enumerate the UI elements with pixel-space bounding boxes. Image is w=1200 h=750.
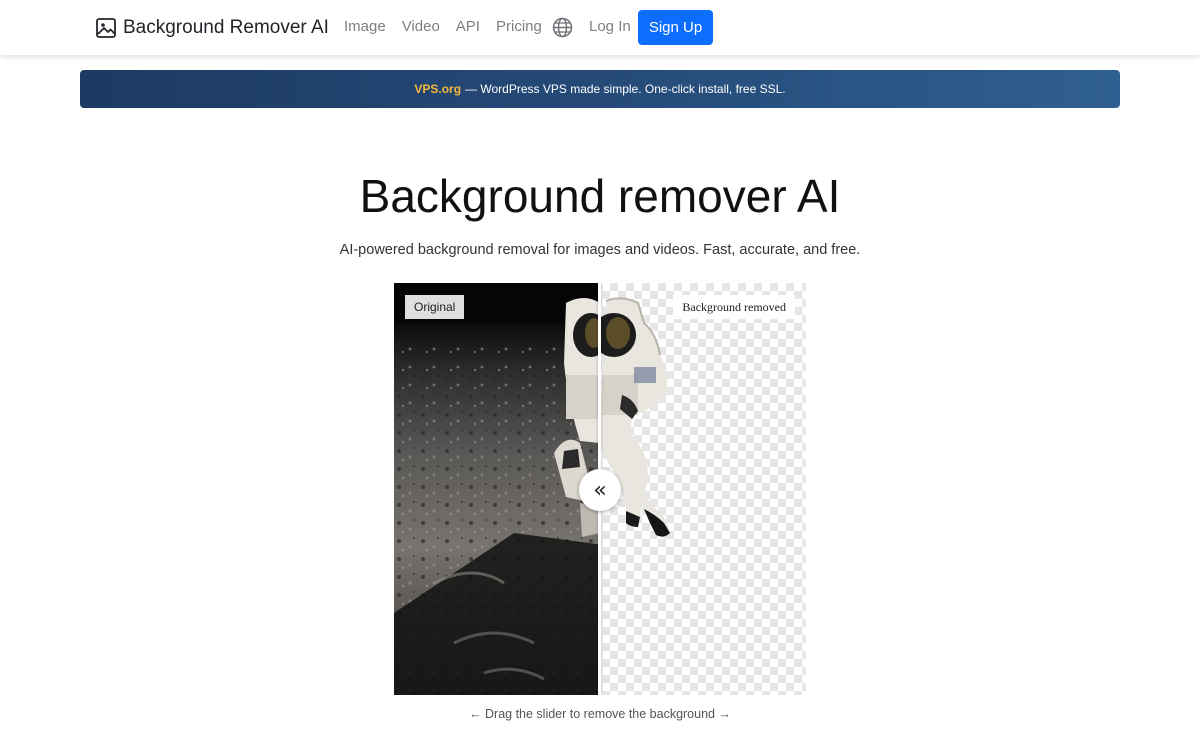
signup-button[interactable]: Sign Up [638,10,713,45]
page-subtitle: AI-powered background removal for images… [339,242,861,258]
double-chevron-left-icon: « [593,477,607,503]
nav-link-pricing[interactable]: Pricing [496,17,542,37]
nav-link-image[interactable]: Image [344,17,386,37]
image-icon [96,18,116,38]
before-after-comparison[interactable]: Original Background removed « [394,283,806,695]
promo-brand[interactable]: VPS.org [414,82,461,96]
nav-link-video[interactable]: Video [402,17,440,37]
brand-name: Background Remover AI [123,17,329,38]
brand-link[interactable]: Background Remover AI [95,15,329,41]
promo-text: — WordPress VPS made simple. One-click i… [465,82,786,96]
promo-banner[interactable]: VPS.org — WordPress VPS made simple. One… [80,70,1120,108]
comparison-slider-handle[interactable]: « [579,469,621,511]
login-link[interactable]: Log In [589,17,631,37]
original-label: Original [405,295,465,319]
navbar: Background Remover AI Image Video API Pr… [0,0,1200,55]
moon-photo-image [394,283,599,695]
nav-link-api[interactable]: API [456,17,480,37]
slider-hint: ← Drag the slider to remove the backgrou… [469,707,731,721]
page-title: Background remover AI [359,170,841,222]
original-pane: Original [394,283,599,695]
background-removed-label: Background removed [673,295,795,319]
globe-icon[interactable] [552,17,573,38]
nav-links: Image Video API Pricing [344,17,558,37]
